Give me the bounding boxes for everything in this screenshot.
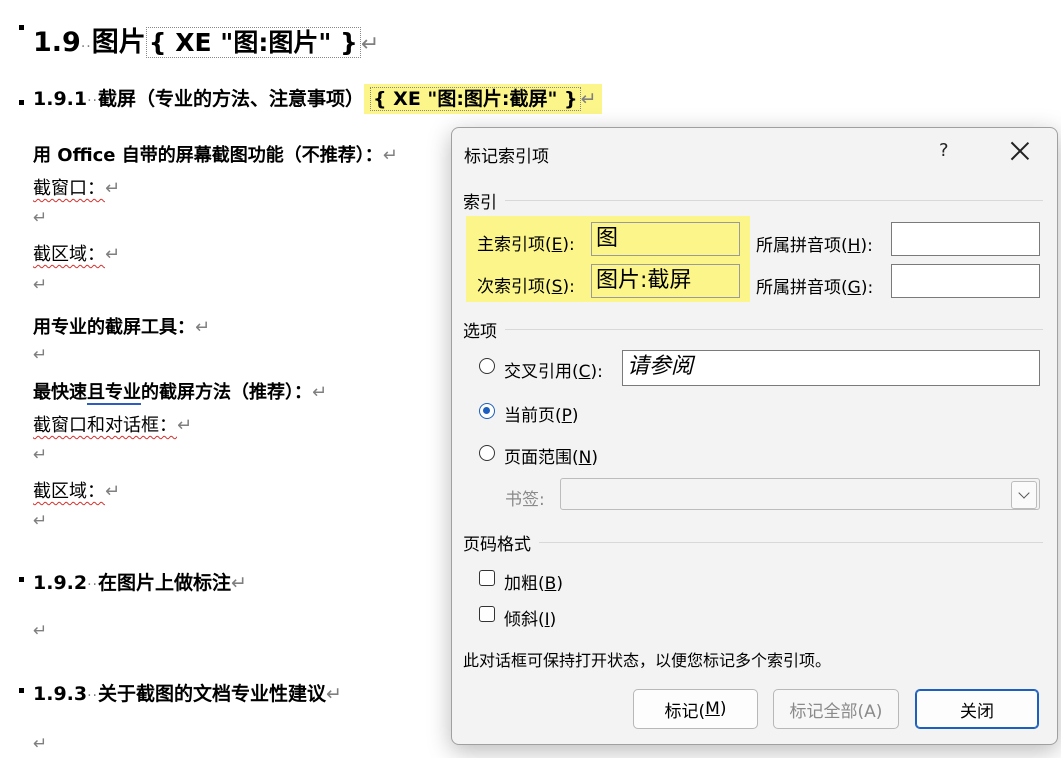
heading-bullet (19, 688, 24, 693)
empty-paragraph[interactable]: ↵ (33, 445, 47, 465)
heading-1-9[interactable]: 1.9··图片{ XE "图:图片" } ↵ (33, 20, 379, 59)
heading-1-9-3[interactable]: 1.9.3··关于截图的文档专业性建议↵ (33, 679, 342, 706)
para-text: 用专业的截屏工具： (33, 317, 195, 338)
main-entry-input[interactable]: 图 (591, 222, 740, 256)
para-text: 用 Office 自带的屏幕截图功能（不推荐）： (33, 145, 383, 166)
paragraph-mark: ↵ (195, 317, 211, 338)
paragraph-mark: ↵ (312, 382, 328, 403)
empty-paragraph[interactable]: ↵ (33, 208, 47, 228)
heading-title: 截屏（专业的方法、注意事项） (98, 88, 365, 110)
empty-paragraph[interactable]: ↵ (33, 345, 47, 365)
main-entry-label: 主索引项(E): (477, 235, 575, 255)
mark-all-button: 标记全部(A) (773, 689, 899, 729)
section-label: 选项 (463, 322, 497, 342)
para-text: 截窗口和对话框： (33, 415, 177, 436)
section-page-format: 页码格式 (463, 530, 1043, 555)
xe-field-code[interactable]: { XE "图:图片" } (145, 27, 361, 58)
section-divider (539, 542, 1043, 543)
sub-entry-input[interactable]: 图片:截屏 (591, 264, 740, 298)
current-page-radio[interactable] (479, 403, 495, 419)
dialog-title: 标记索引项 (464, 147, 549, 167)
section-index: 索引 (463, 188, 1043, 213)
paragraph-mark: ↵ (360, 32, 380, 57)
pinyin-main-label: 所属拼音项(H): (756, 236, 873, 256)
space-marks: ·· (87, 93, 99, 109)
para-text: 截区域： (33, 244, 105, 265)
paragraph-mark: ↵ (580, 88, 597, 110)
section-label: 索引 (463, 193, 497, 213)
para-window-dialog[interactable]: 截窗口和对话框：↵ (33, 411, 192, 437)
heading-title: 在图片上做标注 (98, 572, 232, 594)
heading-title: 关于截图的文档专业性建议 (98, 683, 327, 705)
heading-1-9-1[interactable]: 1.9.1··截屏（专业的方法、注意事项）{ XE "图:图片:截屏" } ↵ (33, 84, 603, 114)
heading-bullet (19, 100, 24, 105)
para-text: 截窗口： (33, 178, 105, 199)
heading-1-9-2[interactable]: 1.9.2··在图片上做标注↵ (33, 568, 247, 595)
empty-paragraph[interactable]: ↵ (33, 621, 47, 641)
grammar-flagged-text: 且专业 (87, 382, 141, 405)
bold-checkbox[interactable] (479, 570, 495, 586)
section-divider (505, 200, 1043, 201)
para-text: 的截屏方法（推荐）： (141, 382, 312, 403)
page-range-radio[interactable] (479, 445, 495, 461)
empty-paragraph[interactable]: ↵ (33, 275, 47, 295)
page-range-label[interactable]: 页面范围(N) (504, 443, 598, 468)
paragraph-mark: ↵ (382, 145, 398, 166)
mark-index-entry-dialog[interactable]: 标记索引项 ? 索引 主索引项(E): 图 次索引项(S): 图片:截屏 所属拼… (451, 127, 1058, 745)
paragraph-mark: ↵ (105, 244, 121, 265)
paragraph-mark: ↵ (105, 178, 121, 199)
cross-reference-input[interactable]: 请参阅 (622, 350, 1040, 386)
heading-number: 1.9 (33, 27, 81, 58)
para-text: 最快速 (33, 382, 87, 403)
pinyin-sub-input[interactable] (891, 264, 1040, 298)
bookmark-select (560, 478, 1040, 510)
sub-entry-label: 次索引项(S): (477, 277, 575, 297)
chevron-down-icon (1011, 481, 1037, 509)
cross-reference-radio[interactable] (479, 358, 495, 374)
xe-field-code-highlighted[interactable]: { XE "图:图片:截屏" } ↵ (364, 84, 603, 114)
heading-bullet (19, 577, 24, 582)
paragraph-mark: ↵ (105, 481, 121, 502)
para-capture-region[interactable]: 截区域：↵ (33, 240, 120, 266)
dialog-note: 此对话框可保持打开状态，以便您标记多个索引项。 (463, 651, 832, 670)
para-pro-tool[interactable]: 用专业的截屏工具：↵ (33, 313, 210, 339)
paragraph-mark: ↵ (326, 683, 342, 705)
paragraph-mark: ↵ (177, 415, 193, 436)
italic-checkbox[interactable] (479, 606, 495, 622)
close-icon[interactable] (1007, 138, 1033, 164)
mark-button[interactable]: 标记(M) (633, 689, 758, 729)
space-marks: ·· (80, 39, 92, 55)
section-options: 选项 (463, 317, 1043, 342)
para-capture-region-2[interactable]: 截区域：↵ (33, 477, 120, 503)
section-divider (505, 329, 1043, 330)
space-marks: ·· (87, 577, 99, 593)
empty-paragraph[interactable]: ↵ (33, 511, 47, 531)
para-fastest-method[interactable]: 最快速且专业的截屏方法（推荐）：↵ (33, 378, 328, 405)
pinyin-sub-label: 所属拼音项(G): (756, 278, 874, 298)
heading-number: 1.9.1 (33, 88, 88, 110)
pinyin-main-input[interactable] (891, 222, 1040, 256)
bold-label[interactable]: 加粗(B) (504, 569, 563, 594)
heading-number: 1.9.3 (33, 683, 88, 705)
bookmark-label: 书签: (505, 490, 545, 510)
empty-paragraph[interactable]: ↵ (33, 734, 47, 754)
close-button[interactable]: 关闭 (915, 689, 1039, 729)
paragraph-mark: ↵ (231, 572, 247, 594)
heading-title: 图片 (91, 27, 146, 58)
help-button[interactable]: ? (939, 140, 949, 161)
current-page-label[interactable]: 当前页(P) (504, 401, 579, 426)
cross-reference-label[interactable]: 交叉引用(C): (504, 357, 603, 382)
space-marks: ·· (87, 688, 99, 704)
para-capture-window[interactable]: 截窗口：↵ (33, 174, 120, 200)
xe-field-text: { XE "图:图片:截屏" } (370, 87, 581, 111)
section-label: 页码格式 (463, 535, 531, 555)
para-office-screenshot[interactable]: 用 Office 自带的屏幕截图功能（不推荐）：↵ (33, 141, 398, 167)
heading-number: 1.9.2 (33, 572, 88, 594)
italic-label[interactable]: 倾斜(I) (504, 605, 556, 630)
para-text: 截区域： (33, 481, 105, 502)
heading-bullet (19, 25, 24, 30)
